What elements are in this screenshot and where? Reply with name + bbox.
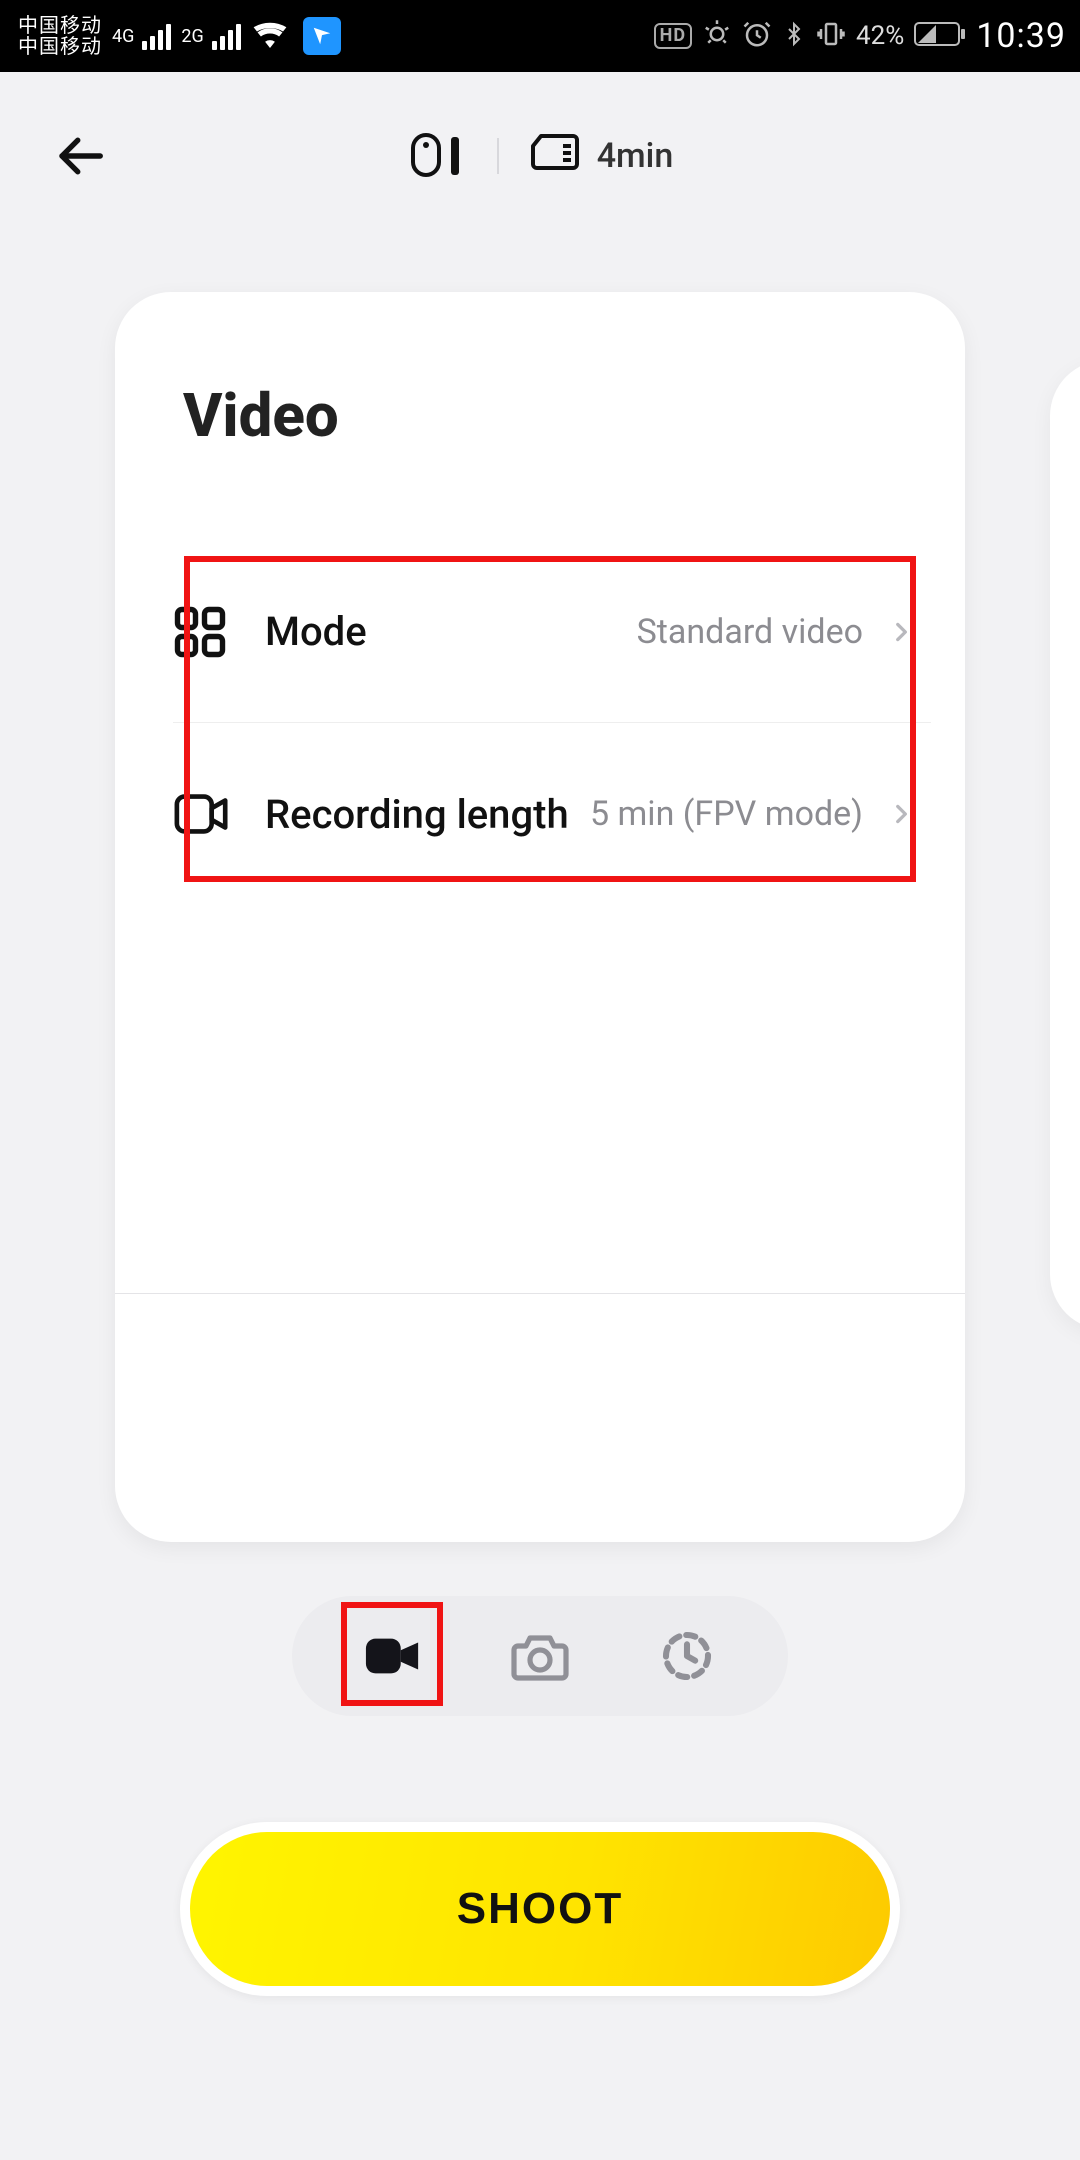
shoot-button-wrap: SHOOT	[180, 1822, 900, 1996]
recording-length-value: 5 min (FPV mode)	[590, 794, 863, 834]
clock-text: 10:39	[976, 16, 1066, 56]
carrier-1: 中国移动	[18, 15, 102, 36]
back-button[interactable]	[40, 116, 120, 196]
timelapse-mode-button[interactable]	[639, 1608, 735, 1704]
video-icon	[173, 792, 265, 836]
vibrate-icon	[816, 19, 846, 54]
signal-bars-1-icon	[142, 22, 171, 50]
camera-icon	[510, 1630, 570, 1682]
arrow-left-icon	[53, 129, 107, 183]
mode-label: Mode	[265, 608, 367, 655]
bluetooth-icon	[782, 19, 806, 54]
network-type-1: 4G	[112, 26, 134, 47]
header-divider	[497, 138, 499, 174]
status-bar: 中国移动 中国移动 4G 2G HD 42% 10:39	[0, 0, 1080, 72]
card-title: Video	[183, 380, 931, 451]
next-card-peek[interactable]	[1050, 360, 1080, 1330]
carrier-2: 中国移动	[18, 36, 102, 57]
storage-indicator[interactable]: 4min	[529, 132, 674, 181]
wifi-icon	[253, 20, 287, 53]
shoot-button-label: SHOOT	[457, 1884, 623, 1934]
alarm-icon	[742, 19, 772, 54]
shoot-button[interactable]: SHOOT	[190, 1832, 890, 1986]
capture-mode-toggle	[292, 1596, 788, 1716]
app-header: 4min	[0, 72, 1080, 240]
battery-icon	[914, 20, 966, 53]
signal-bars-2-icon	[212, 22, 241, 50]
grid-icon	[173, 605, 265, 659]
timelapse-icon	[659, 1628, 715, 1684]
device-battery-icon	[407, 127, 467, 185]
mode-value: Standard video	[637, 612, 863, 652]
eye-comfort-icon	[702, 19, 732, 54]
photo-mode-button[interactable]	[492, 1608, 588, 1704]
settings-list: Mode Standard video Recording length 5 m…	[173, 541, 931, 905]
card-divider	[115, 1293, 965, 1294]
mode-row[interactable]: Mode Standard video	[173, 541, 931, 723]
storage-time-text: 4min	[597, 136, 674, 176]
recording-length-row[interactable]: Recording length 5 min (FPV mode)	[173, 723, 931, 905]
recording-length-label: Recording length	[265, 791, 569, 838]
carrier-labels: 中国移动 中国移动	[18, 15, 102, 57]
video-mode-button[interactable]	[345, 1608, 441, 1704]
hd-icon: HD	[654, 23, 692, 49]
sd-card-icon	[529, 132, 579, 181]
video-settings-card: Video Mode Standard video	[115, 292, 965, 1542]
chevron-right-icon	[881, 619, 921, 645]
app-badge-icon	[303, 17, 341, 55]
chevron-right-icon	[881, 801, 921, 827]
video-filled-icon	[364, 1634, 422, 1678]
network-type-2: 2G	[181, 26, 203, 47]
battery-percent: 42%	[856, 21, 904, 51]
